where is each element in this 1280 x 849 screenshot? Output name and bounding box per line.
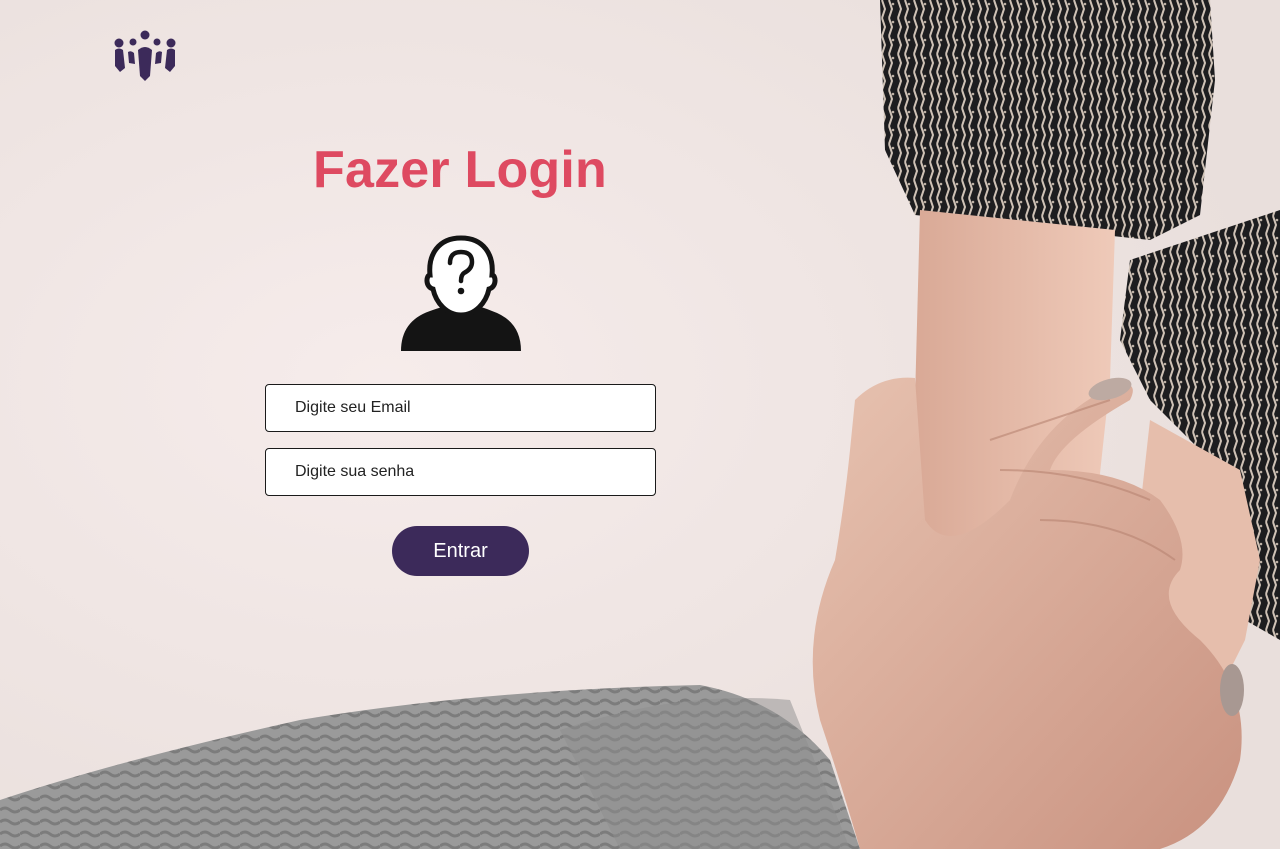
people-group-logo-icon[interactable] — [113, 30, 177, 82]
unknown-user-icon — [400, 235, 522, 353]
login-button[interactable]: Entrar — [392, 526, 529, 576]
email-field[interactable] — [265, 384, 656, 432]
password-field[interactable] — [265, 448, 656, 496]
page-title: Fazer Login — [313, 141, 607, 199]
